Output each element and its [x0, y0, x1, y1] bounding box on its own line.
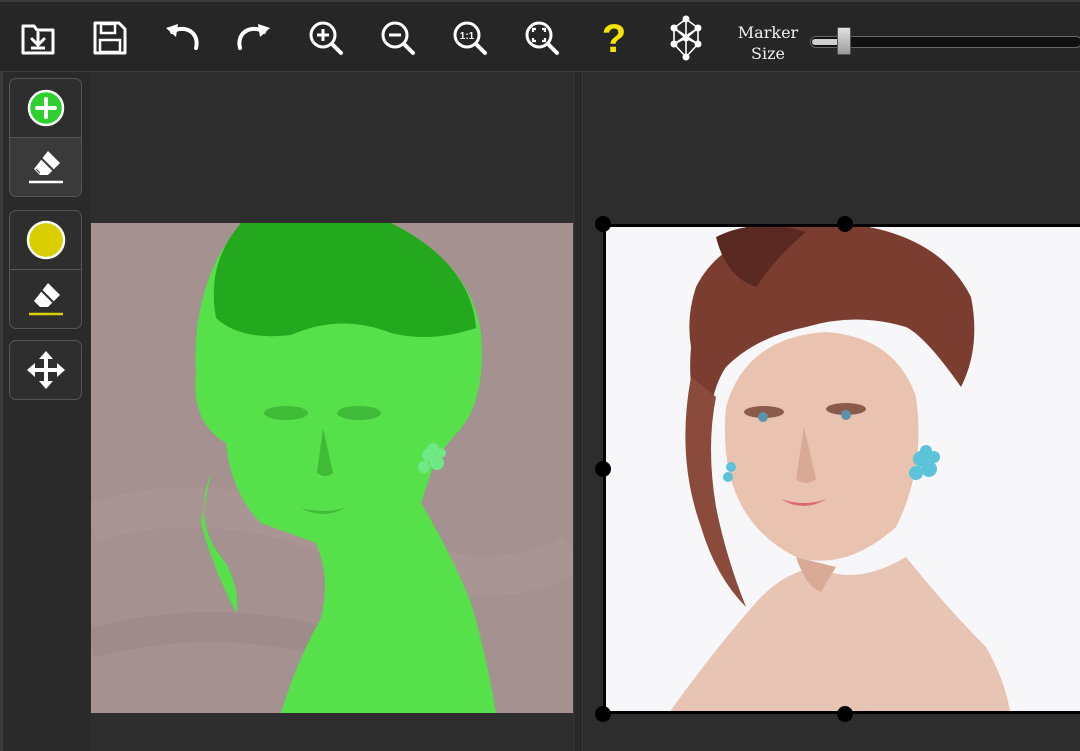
marker-size-label: Marker Size [734, 22, 802, 64]
zoom-out-button[interactable] [374, 14, 422, 62]
save-button[interactable] [86, 14, 134, 62]
toolbar-top-border [0, 0, 1080, 2]
zoom-1to1-icon: 1:1 [453, 21, 487, 55]
move-arrows-icon [26, 351, 65, 389]
selection-handle-middle-left[interactable] [595, 461, 611, 477]
erase-foreground-tool[interactable] [10, 137, 81, 196]
zoom-actual-button[interactable]: 1:1 [446, 14, 494, 62]
help-label: ? [602, 18, 626, 58]
undo-arrow-icon [166, 24, 199, 50]
move-tool[interactable] [10, 341, 81, 399]
marker-size-slider-thumb[interactable] [837, 27, 851, 55]
zoom-in-button[interactable] [302, 14, 350, 62]
toolbar: 1:1 ? Marker Size [0, 0, 1080, 72]
panel-divider[interactable] [573, 72, 583, 751]
plus-circle-icon [27, 89, 64, 127]
foreground-tool-group [9, 78, 82, 197]
zoom-fit-icon [525, 21, 559, 55]
marker-size-label-line1: Marker [737, 23, 799, 42]
selection-handle-bottom-center[interactable] [837, 706, 853, 722]
redo-button[interactable] [230, 14, 278, 62]
yellow-circle-icon [26, 220, 65, 260]
result-preview-image[interactable] [603, 224, 1080, 714]
help-button[interactable]: ? [590, 14, 638, 62]
zoom-out-icon [381, 21, 415, 55]
redo-arrow-icon [237, 24, 270, 50]
zoom-fit-button[interactable] [518, 14, 566, 62]
question-mark-icon: ? [602, 18, 626, 58]
folder-download-icon [21, 24, 55, 55]
floppy-disk-icon [93, 21, 127, 55]
portrait-with-foreground-mask [91, 223, 573, 713]
selection-handle-top-left[interactable] [595, 216, 611, 232]
zoom-1to1-label: 1:1 [460, 31, 475, 42]
add-foreground-tool[interactable] [10, 79, 81, 137]
selection-handle-top-center[interactable] [837, 216, 853, 232]
background-tool-group [9, 210, 82, 329]
add-background-tool[interactable] [10, 211, 81, 269]
selection-handle-bottom-left[interactable] [595, 706, 611, 722]
eraser-icon [28, 283, 63, 316]
eraser-icon [28, 151, 63, 184]
extracted-portrait [606, 227, 1080, 711]
erase-background-tool[interactable] [10, 269, 81, 328]
open-file-button[interactable] [14, 14, 62, 62]
move-tool-group [9, 340, 82, 400]
neural-process-button[interactable] [662, 14, 710, 62]
sidebar-edge [0, 72, 3, 751]
undo-button[interactable] [158, 14, 206, 62]
marked-input-image[interactable] [91, 223, 573, 713]
tool-sidebar [0, 72, 90, 751]
marker-size-label-line2: Size [751, 44, 785, 63]
zoom-in-icon [309, 21, 343, 55]
neural-network-icon [670, 15, 702, 61]
